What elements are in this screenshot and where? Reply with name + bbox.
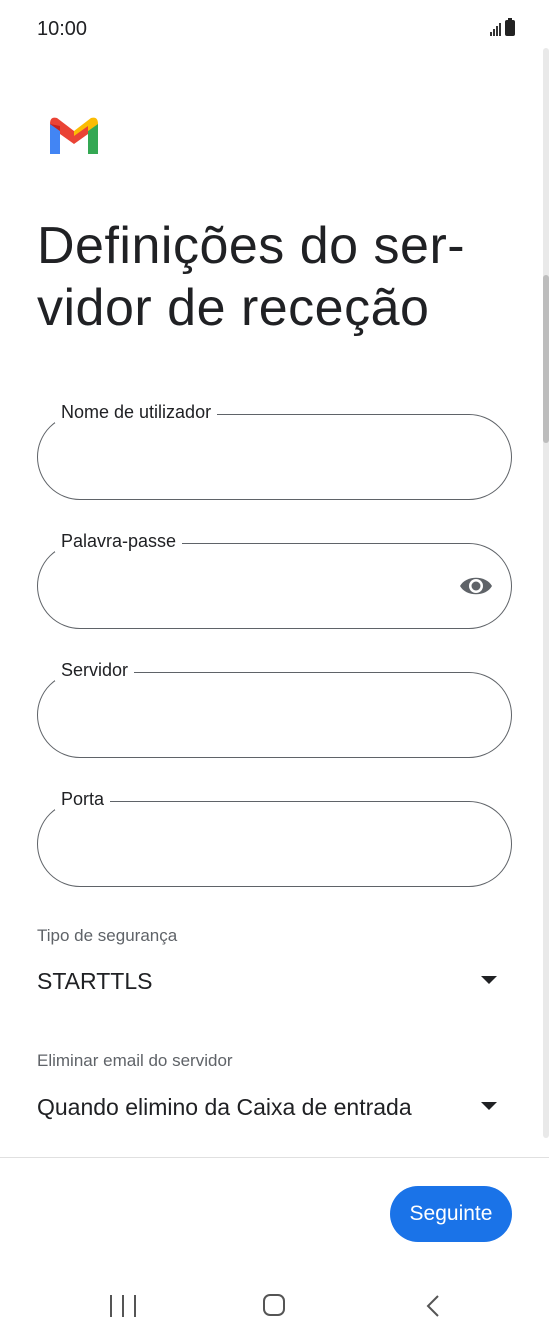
port-field[interactable]: Porta xyxy=(37,789,512,887)
status-icons xyxy=(490,18,515,36)
scrollbar-thumb[interactable] xyxy=(543,275,549,443)
delete-email-dropdown[interactable]: Quando elimino da Caixa de entrada xyxy=(37,1090,497,1130)
page-title: Definições do ser-vidor de receção xyxy=(37,217,466,337)
home-icon[interactable] xyxy=(263,1294,285,1316)
username-label: Nome de utilizador xyxy=(55,402,218,423)
security-type-dropdown[interactable]: STARTTLS xyxy=(37,964,497,1004)
recents-icon[interactable] xyxy=(110,1295,136,1317)
battery-icon xyxy=(505,18,515,36)
next-button[interactable]: Seguinte xyxy=(390,1186,512,1242)
server-label: Servidor xyxy=(55,660,135,681)
eye-icon[interactable] xyxy=(458,571,494,601)
scrollbar-track[interactable] xyxy=(543,48,549,1138)
security-type-value: STARTTLS xyxy=(37,968,153,994)
dropdown-arrow-icon xyxy=(481,976,497,984)
server-input[interactable] xyxy=(61,696,455,736)
password-label: Palavra-passe xyxy=(55,531,183,552)
status-time: 10:00 xyxy=(37,18,88,40)
divider xyxy=(0,1157,549,1158)
port-label: Porta xyxy=(55,789,111,810)
gmail-logo-icon xyxy=(50,117,98,154)
back-icon[interactable] xyxy=(422,1294,446,1318)
port-input[interactable] xyxy=(61,825,455,865)
navigation-bar xyxy=(0,1270,549,1342)
password-input[interactable] xyxy=(61,567,455,607)
dropdown-arrow-icon xyxy=(481,1102,497,1110)
signal-icon xyxy=(490,22,501,36)
username-input[interactable] xyxy=(61,438,455,478)
username-field[interactable]: Nome de utilizador xyxy=(37,402,512,500)
server-field[interactable]: Servidor xyxy=(37,660,512,758)
password-field[interactable]: Palavra-passe xyxy=(37,531,512,629)
status-bar: 10:00 xyxy=(0,0,549,60)
delete-email-value: Quando elimino da Caixa de entrada xyxy=(37,1094,412,1120)
security-type-label: Tipo de segurança xyxy=(37,926,178,945)
delete-email-label: Eliminar email do servidor xyxy=(37,1051,233,1070)
